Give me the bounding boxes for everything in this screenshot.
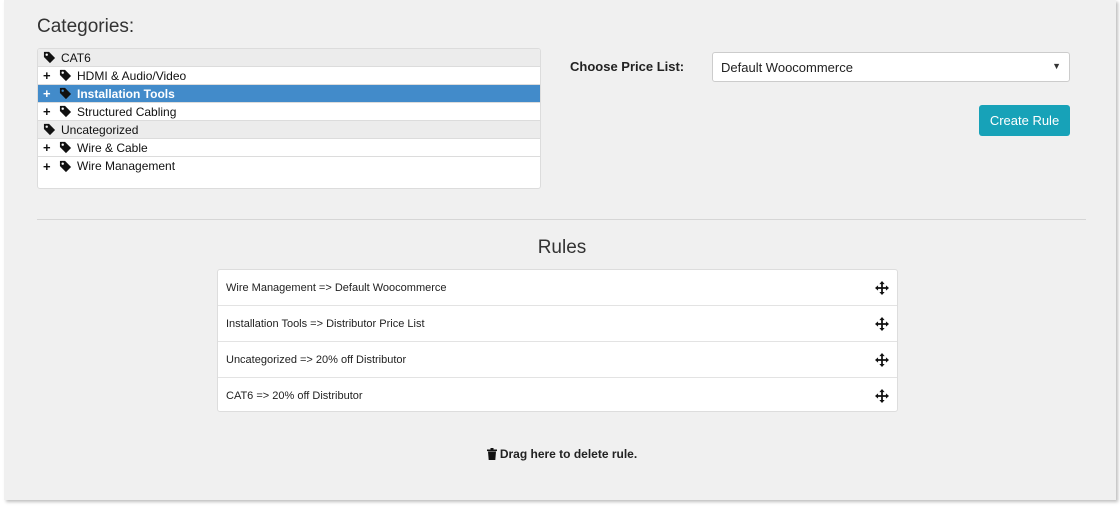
tag-icon (59, 160, 72, 173)
category-label: Wire & Cable (77, 140, 148, 155)
plus-icon[interactable]: + (43, 160, 54, 173)
chevron-down-icon: ▼ (1052, 61, 1061, 71)
category-item-hdmi[interactable]: + HDMI & Audio/Video (38, 67, 540, 85)
category-label: Wire Management (77, 159, 176, 173)
move-icon[interactable] (875, 389, 889, 403)
tag-icon (59, 69, 72, 82)
categories-heading: Categories: (37, 16, 135, 37)
tag-icon (43, 123, 56, 136)
move-icon[interactable] (875, 317, 889, 331)
price-list-select[interactable]: Default Woocommerce ▼ (712, 52, 1070, 82)
create-rule-button[interactable]: Create Rule (979, 105, 1070, 136)
category-item-uncategorized[interactable]: Uncategorized (38, 121, 540, 139)
rules-list: Wire Management => Default Woocommerce I… (217, 269, 898, 412)
category-item-installation-tools[interactable]: + Installation Tools (38, 85, 540, 103)
trash-icon (486, 448, 497, 460)
rules-heading: Rules (537, 237, 587, 258)
rule-item[interactable]: Installation Tools => Distributor Price … (218, 306, 897, 342)
move-icon[interactable] (875, 353, 889, 367)
rule-label: Wire Management => Default Woocommerce (226, 281, 447, 294)
rules-panel: Categories: CAT6 + HDMI & Audio/Video + … (4, 0, 1116, 500)
plus-icon[interactable]: + (43, 105, 54, 118)
plus-icon[interactable]: + (43, 87, 54, 100)
category-item-structured-cabling[interactable]: + Structured Cabling (38, 103, 540, 121)
rule-label: CAT6 => 20% off Distributor (226, 390, 363, 402)
tag-icon (59, 87, 72, 100)
rule-item[interactable]: Wire Management => Default Woocommerce (218, 270, 897, 306)
delete-zone-label: Drag here to delete rule. (499, 447, 638, 461)
rule-item[interactable]: CAT6 => 20% off Distributor (218, 378, 897, 414)
rule-label: Uncategorized => 20% off Distributor (226, 353, 407, 366)
category-item-cat6[interactable]: CAT6 (38, 49, 540, 67)
category-label: Uncategorized (61, 122, 139, 137)
category-tree: CAT6 + HDMI & Audio/Video + Installation… (37, 48, 541, 189)
delete-drop-zone[interactable]: Drag here to delete rule. (4, 447, 1120, 461)
move-icon[interactable] (875, 281, 889, 295)
category-item-wire-management[interactable]: + Wire Management (38, 157, 540, 175)
price-list-value: Default Woocommerce (721, 59, 853, 75)
category-label: HDMI & Audio/Video (77, 68, 187, 83)
category-label: CAT6 (61, 50, 91, 65)
category-item-wire-cable[interactable]: + Wire & Cable (38, 139, 540, 157)
plus-icon[interactable]: + (43, 141, 54, 154)
divider (37, 219, 1086, 220)
category-label: Structured Cabling (77, 104, 177, 119)
price-list-label: Choose Price List: (570, 59, 685, 74)
rule-item[interactable]: Uncategorized => 20% off Distributor (218, 342, 897, 378)
rule-label: Installation Tools => Distributor Price … (226, 317, 425, 330)
tag-icon (59, 105, 72, 118)
tag-icon (43, 51, 56, 64)
tag-icon (59, 141, 72, 154)
category-label: Installation Tools (77, 86, 175, 101)
plus-icon[interactable]: + (43, 69, 54, 82)
